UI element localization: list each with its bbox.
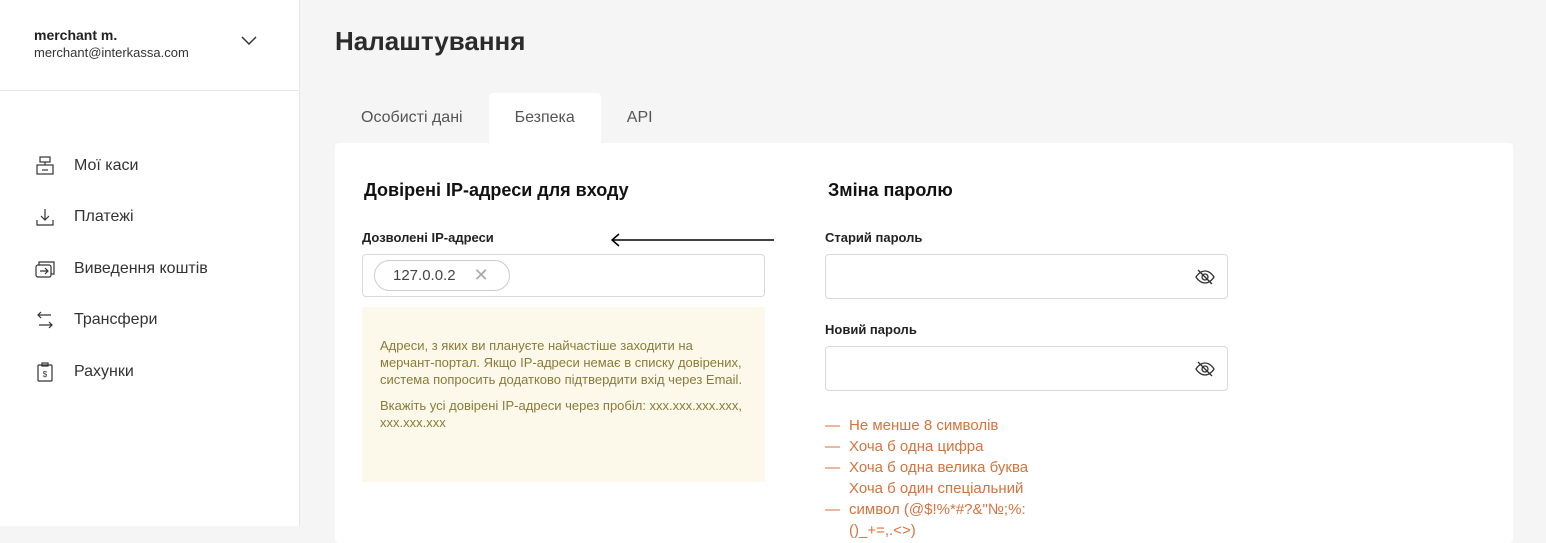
chevron-down-icon[interactable]	[240, 34, 258, 46]
old-password-input[interactable]	[825, 254, 1228, 299]
requirement-item: — Хоча б одна велика буква	[825, 459, 1029, 476]
info-text: Адреси, з яких ви плануєте найчастіше за…	[380, 338, 743, 387]
sidebar-item-transfers[interactable]: Трансфери	[0, 295, 300, 347]
withdraw-icon	[35, 261, 55, 278]
requirement-text: Не менше 8 символів	[849, 417, 999, 434]
tabs: Особисті дані Безпека API	[335, 93, 679, 143]
sidebar-item-label: Виведення коштів	[74, 259, 208, 277]
download-icon	[36, 209, 54, 226]
requirement-text: Хоча б один спеціальний символ (@$!%*#?&…	[849, 480, 1026, 539]
old-password-label: Старий пароль	[825, 230, 923, 245]
ip-chip: 127.0.0.2 ✕	[374, 260, 510, 291]
trusted-ip-title: Довірені IP-адреси для входу	[364, 180, 629, 200]
change-password-title: Зміна паролю	[828, 180, 953, 200]
tab-api[interactable]: API	[601, 93, 679, 143]
allowed-ip-input[interactable]: 127.0.0.2 ✕	[362, 254, 765, 297]
sidebar-item-payments[interactable]: Платежі	[0, 192, 300, 244]
new-password-label: Новий пароль	[825, 322, 917, 337]
svg-text:$: $	[43, 370, 48, 379]
requirement-text: Хоча б одна велика буква	[849, 459, 1029, 476]
sidebar-item-label: Трансфери	[74, 311, 158, 329]
sidebar-item-cash-desks[interactable]: Мої каси	[0, 140, 300, 192]
cash-register-icon	[36, 156, 54, 175]
requirement-item: — Хоча б один спеціальний символ (@$!%*#?…	[825, 478, 1049, 541]
new-password-input[interactable]	[825, 346, 1228, 391]
sidebar: merchant m. merchant@interkassa.com Мої …	[0, 0, 300, 526]
arrow-left-icon	[610, 233, 774, 247]
ip-info-box: Адреси, з яких ви плануєте найчастіше за…	[362, 307, 765, 482]
transfer-icon	[37, 311, 53, 329]
info-hint: Вкажіть усі довірені IP-адреси через про…	[380, 398, 743, 430]
requirement-item: — Не менше 8 символів	[825, 417, 999, 434]
ip-chip-label: 127.0.0.2	[393, 267, 456, 284]
sidebar-item-invoices[interactable]: $ Рахунки	[0, 346, 300, 398]
allowed-ip-label: Дозволені IP-адреси	[362, 230, 494, 245]
requirement-item: — Хоча б одна цифра	[825, 438, 984, 455]
close-icon[interactable]: ✕	[474, 265, 489, 286]
tab-personal-data[interactable]: Особисті дані	[335, 93, 489, 143]
user-menu[interactable]: merchant m. merchant@interkassa.com	[0, 0, 299, 91]
sidebar-item-label: Платежі	[74, 208, 134, 226]
user-name: merchant m.	[34, 27, 118, 43]
sidebar-item-label: Рахунки	[74, 362, 134, 380]
user-email: merchant@interkassa.com	[34, 45, 189, 60]
page-title: Налаштування	[335, 26, 526, 56]
sidebar-item-label: Мої каси	[74, 156, 139, 174]
sidebar-item-withdrawals[interactable]: Виведення коштів	[0, 243, 300, 295]
eye-off-icon[interactable]	[1195, 359, 1215, 379]
invoice-icon: $	[37, 362, 53, 382]
password-requirements: — Не менше 8 символів — Хоча б одна цифра …	[825, 415, 1049, 541]
eye-off-icon[interactable]	[1195, 267, 1215, 287]
tab-security[interactable]: Безпека	[488, 93, 601, 143]
requirement-text: Хоча б одна цифра	[849, 438, 984, 455]
security-card: Довірені IP-адреси для входу Дозволені I…	[335, 143, 1513, 543]
